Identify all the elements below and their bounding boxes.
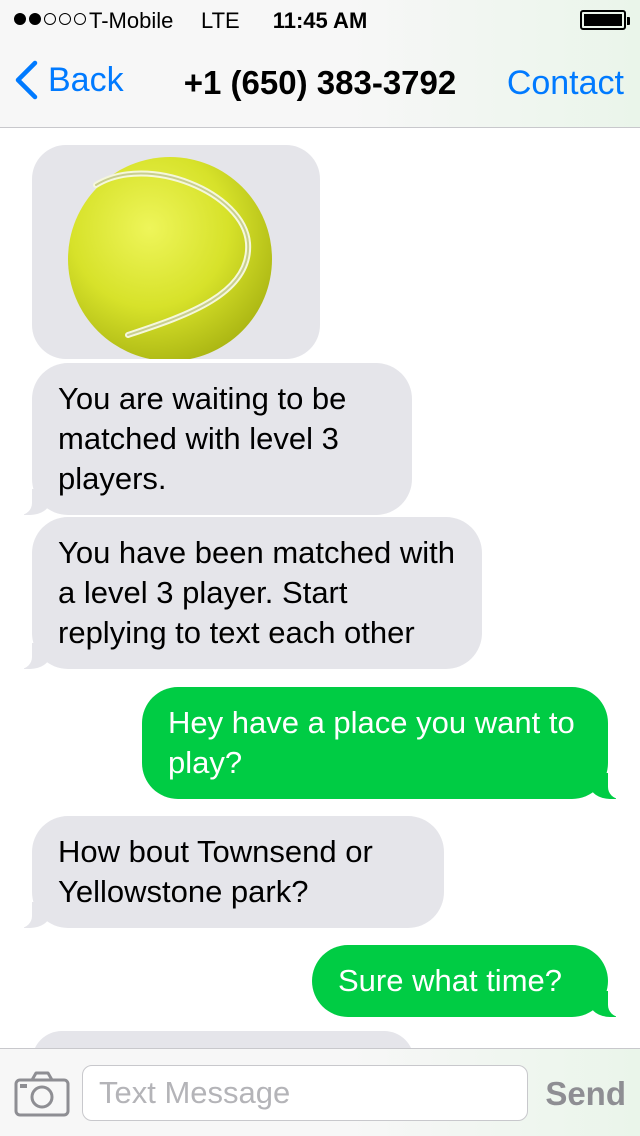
status-time: 11:45 AM [272, 8, 368, 33]
message-bubble-incoming[interactable]: How bout Townsend or Yellowstone park? [12, 816, 444, 928]
text-message-input[interactable] [82, 1065, 528, 1121]
tennis-ball-image [68, 157, 272, 359]
contact-button[interactable]: Contact [507, 64, 624, 103]
back-button[interactable]: Back [14, 60, 124, 100]
battery-icon [580, 10, 630, 30]
message-bubble-outgoing[interactable]: Sure what time? [312, 945, 628, 1017]
navigation-bar: Back +1 (650) 383-3792 Contact [0, 40, 640, 128]
status-bar: T-Mobile LTE 11:45 AM [0, 0, 640, 40]
messages-screen: T-Mobile LTE 11:45 AM Back +1 (650) 383-… [0, 0, 640, 1136]
message-bubble-partial[interactable] [32, 1031, 414, 1049]
chevron-left-icon [15, 60, 38, 100]
camera-icon [14, 1071, 70, 1117]
send-button[interactable]: Send [545, 1075, 626, 1113]
camera-button[interactable] [14, 1071, 70, 1117]
back-label: Back [48, 60, 124, 99]
message-bubble-incoming[interactable]: You are waiting to be matched with level… [12, 363, 412, 515]
compose-bar: Send [0, 1048, 640, 1136]
image-message[interactable] [32, 145, 320, 359]
message-bubble-incoming[interactable]: You have been matched with a level 3 pla… [12, 517, 482, 669]
message-bubble-outgoing[interactable]: Hey have a place you want to play? [142, 687, 628, 799]
message-list[interactable]: You are waiting to be matched with level… [0, 129, 640, 1049]
